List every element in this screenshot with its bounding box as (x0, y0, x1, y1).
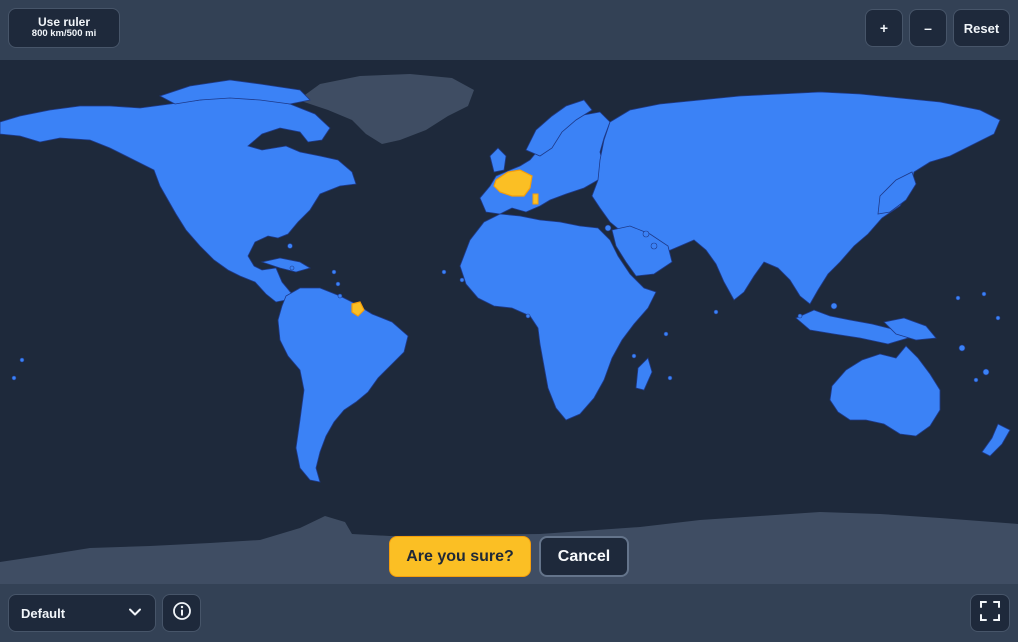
corsica-highlight[interactable] (532, 193, 539, 205)
chevron-down-icon (127, 604, 143, 623)
madagascar[interactable] (635, 357, 653, 391)
map-style-dropdown[interactable]: Default (8, 594, 156, 632)
north-america[interactable] (0, 95, 357, 303)
info-icon (172, 601, 192, 626)
france-highlight[interactable] (493, 169, 533, 197)
south-america[interactable] (277, 287, 409, 483)
zoom-out-button[interactable]: – (909, 9, 947, 47)
fullscreen-icon (979, 600, 1001, 627)
ruler-title: Use ruler (37, 14, 91, 29)
ruler-button[interactable]: Use ruler 800 km/500 mi (8, 8, 120, 48)
new-zealand[interactable] (981, 423, 1011, 457)
british-isles[interactable] (489, 147, 507, 173)
australia[interactable] (829, 345, 941, 437)
map-style-value: Default (21, 605, 66, 621)
info-button[interactable] (162, 594, 201, 632)
ruler-scale: 800 km/500 mi (31, 28, 97, 40)
cancel-button[interactable]: Cancel (539, 536, 629, 577)
reset-button[interactable]: Reset (953, 9, 1010, 47)
fullscreen-button[interactable] (970, 594, 1010, 632)
zoom-in-button[interactable]: + (865, 9, 903, 47)
confirm-button[interactable]: Are you sure? (389, 536, 531, 577)
